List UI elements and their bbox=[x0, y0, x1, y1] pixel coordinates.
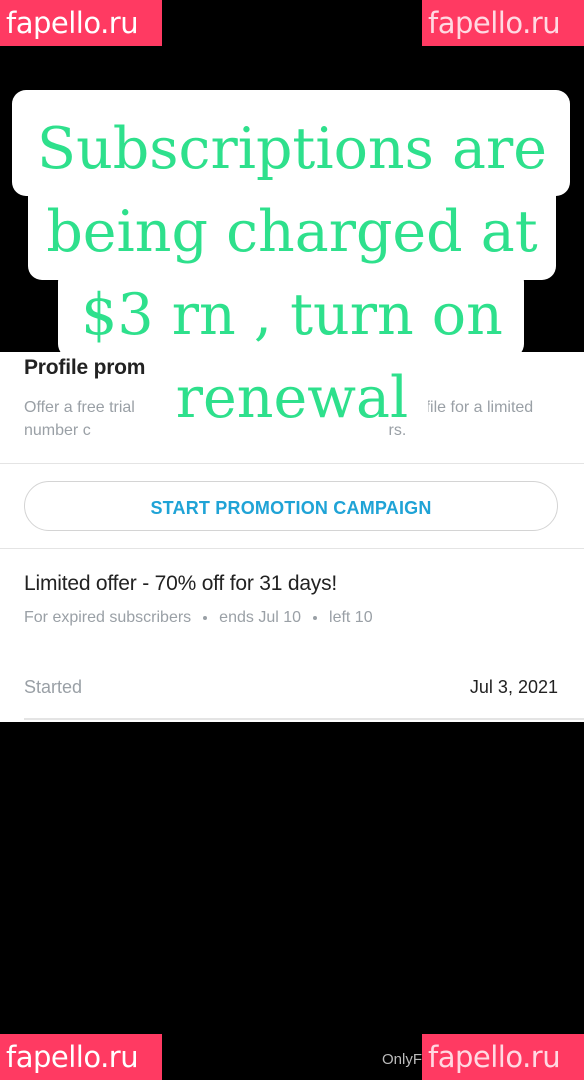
offer-left: left 10 bbox=[329, 609, 373, 626]
offer-meta: For expired subscribers ends Jul 10 left… bbox=[24, 609, 373, 627]
caption-line: renewal bbox=[175, 365, 409, 431]
caption-line: $3 rn , turn on bbox=[81, 282, 503, 348]
footer-text: OnlyF bbox=[382, 1051, 423, 1068]
offer-divider bbox=[24, 718, 584, 720]
watermark-logo: fapello.ru bbox=[0, 1034, 162, 1080]
separator-dot-icon bbox=[313, 616, 318, 620]
separator-dot-icon bbox=[203, 616, 208, 620]
caption-line: being charged at bbox=[46, 199, 538, 265]
offer-started-label: Started bbox=[24, 677, 83, 697]
caption-text: Subscriptions are being charged at $3 rn… bbox=[0, 108, 584, 440]
offer-audience: For expired subscribers bbox=[24, 609, 192, 626]
caption-line: Subscriptions are bbox=[37, 116, 547, 182]
offer-ends: ends Jul 10 bbox=[219, 609, 302, 626]
section-divider bbox=[0, 548, 584, 549]
offer-started-date: Jul 3, 2021 bbox=[469, 677, 558, 697]
section-divider bbox=[0, 463, 584, 464]
watermark-logo: fapello.ru bbox=[422, 0, 584, 46]
watermark-logo: fapello.ru bbox=[422, 1034, 584, 1080]
start-promotion-campaign-button[interactable]: START PROMOTION CAMPAIGN bbox=[24, 481, 558, 531]
watermark-logo: fapello.ru bbox=[0, 0, 162, 46]
offer-title: Limited offer - 70% off for 31 days! bbox=[24, 572, 338, 595]
